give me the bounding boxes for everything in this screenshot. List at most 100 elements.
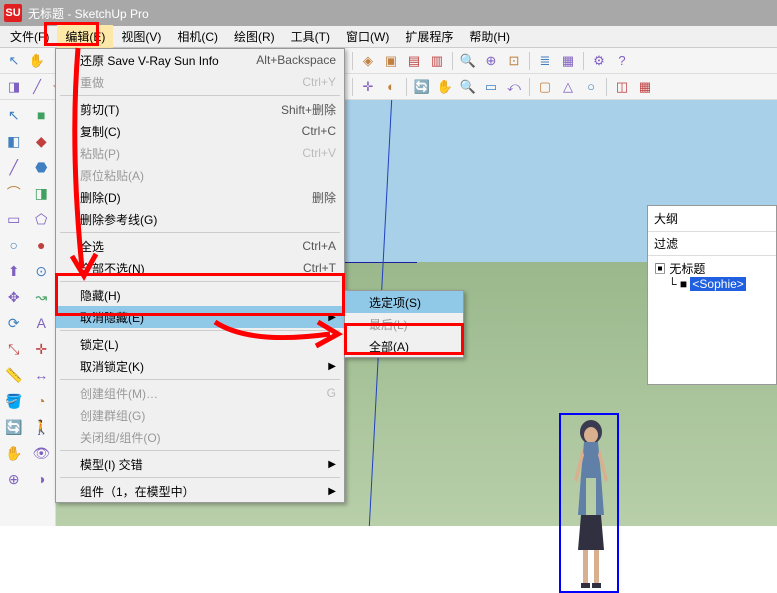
submenuitem-A[interactable]: 全部(A) [345, 335, 463, 357]
materials-icon[interactable]: ▦ [558, 51, 578, 71]
menu-视图[interactable]: 视图(V) [113, 25, 169, 48]
menu-绘图[interactable]: 绘图(R) [226, 25, 283, 48]
text-icon[interactable]: A [29, 311, 53, 335]
menuitem-H[interactable]: 隐藏(H) [56, 284, 344, 306]
menuitem-T[interactable]: 剪切(T)Shift+删除 [56, 98, 344, 120]
line-icon[interactable]: ╱ [27, 77, 47, 97]
comp-icon[interactable]: ◨ [4, 77, 24, 97]
outliner-filter-label: 过滤 [648, 232, 776, 256]
cone-icon[interactable]: △ [558, 77, 578, 97]
push-icon[interactable]: ⬆ [2, 259, 26, 283]
menuitem-P: 粘贴(P)Ctrl+V [56, 142, 344, 164]
figure-sophie[interactable] [566, 420, 616, 590]
paint-icon[interactable]: 🪣 [2, 389, 26, 413]
side-toolbars: ↖◧╱⌒▭○⬆✥⟳⤡📏🪣🔄✋⊕ ■◆⬣◨⬠●⊙↝A✛↔◔🚶👁◑ [0, 100, 56, 526]
look-icon[interactable]: 👁 [29, 441, 53, 465]
menuitem-D[interactable]: 删除(D)删除 [56, 186, 344, 208]
submenuitem-L: 最后(L) [345, 313, 463, 335]
iso-icon[interactable]: ◈ [358, 51, 378, 71]
prev-icon[interactable]: ⤺ [504, 77, 524, 97]
shape-icon[interactable]: ◆ [29, 129, 53, 153]
eraser2-icon[interactable]: ◨ [29, 181, 53, 205]
sec-icon[interactable]: ◐ [381, 77, 401, 97]
titlebar: SU 无标题 - SketchUp Pro [0, 0, 777, 26]
menubar: 文件(F)编辑(E)视图(V)相机(C)绘图(R)工具(T)窗口(W)扩展程序帮… [0, 26, 777, 48]
unhide-submenu: 选定项(S)最后(L)全部(A) [344, 290, 464, 358]
pan-icon[interactable]: ✋ [435, 77, 455, 97]
outliner-root[interactable]: ▣ 无标题 [654, 260, 770, 277]
menu-窗口[interactable]: 窗口(W) [338, 25, 397, 48]
rotate-icon[interactable]: ⟳ [2, 311, 26, 335]
axis2-icon[interactable]: ✛ [29, 337, 53, 361]
menuitem-1[interactable]: 组件（1，在模型中）▶ [56, 480, 344, 502]
outliner-tree[interactable]: ▣ 无标题 └ ■ <Sophie> [648, 256, 776, 295]
pan-icon[interactable]: ✋ [2, 441, 26, 465]
outliner-panel[interactable]: 大纲 过滤 ▣ 无标题 └ ■ <Sophie> [647, 205, 777, 385]
menuitem-SaveVRaySunInfo[interactable]: 还原 Save V-Ray Sun InfoAlt+Backspace [56, 49, 344, 71]
zoom-icon[interactable]: ⊕ [2, 467, 26, 491]
top-icon[interactable]: ▣ [381, 51, 401, 71]
gear-icon[interactable]: ⚙ [589, 51, 609, 71]
menu-相机[interactable]: 相机(C) [169, 25, 226, 48]
walk-icon[interactable]: 🚶 [29, 415, 53, 439]
edges-icon[interactable]: ▦ [635, 77, 655, 97]
shape2-icon[interactable]: ⬣ [29, 155, 53, 179]
orbit-icon[interactable]: 🔄 [2, 415, 26, 439]
front-icon[interactable]: ▤ [404, 51, 424, 71]
tape-icon[interactable]: 📏 [2, 363, 26, 387]
menu-扩展程序[interactable]: 扩展程序 [397, 25, 461, 48]
hand-icon[interactable]: ✋ [27, 51, 47, 71]
sphere-icon[interactable]: ○ [581, 77, 601, 97]
app-icon: SU [4, 4, 22, 22]
menuitem-: 重做Ctrl+Y [56, 71, 344, 93]
menuitem-E[interactable]: 取消隐藏(E)▶ [56, 306, 344, 328]
edit-menu-dropdown: 还原 Save V-Ray Sun InfoAlt+Backspace重做Ctr… [55, 48, 345, 503]
window-title: 无标题 - SketchUp Pro [28, 5, 149, 22]
cursor-icon[interactable]: ↖ [4, 51, 24, 71]
menu-帮助[interactable]: 帮助(H) [461, 25, 518, 48]
move-icon[interactable]: ✥ [2, 285, 26, 309]
offset-icon[interactable]: ⊙ [29, 259, 53, 283]
menuitem-[interactable]: 全选Ctrl+A [56, 235, 344, 257]
zoom2-icon[interactable]: 🔍 [458, 77, 478, 97]
faces-icon[interactable]: ◫ [612, 77, 632, 97]
menu-编辑[interactable]: 编辑(E) [57, 25, 113, 48]
outliner-item[interactable]: └ ■ <Sophie> [654, 277, 770, 291]
menu-工具[interactable]: 工具(T) [283, 25, 338, 48]
menuitem-I[interactable]: 模型(I) 交错▶ [56, 453, 344, 475]
right-icon[interactable]: ▥ [427, 51, 447, 71]
layers-icon[interactable]: ≣ [535, 51, 555, 71]
sect-icon[interactable]: ◑ [29, 467, 53, 491]
menuitem-G[interactable]: 删除参考线(G) [56, 208, 344, 230]
menuitem-A: 原位粘贴(A) [56, 164, 344, 186]
line-icon[interactable]: ╱ [2, 155, 26, 179]
circle-icon[interactable]: ○ [2, 233, 26, 257]
outliner-selected: <Sophie> [690, 277, 745, 291]
protract-icon[interactable]: ◔ [29, 389, 53, 413]
menuitem-N[interactable]: 全部不选(N)Ctrl+T [56, 257, 344, 279]
poly-icon[interactable]: ⬠ [29, 207, 53, 231]
scale-icon[interactable]: ⤡ [2, 337, 26, 361]
rect-icon[interactable]: ▭ [2, 207, 26, 231]
follow2-icon[interactable]: ↝ [29, 285, 53, 309]
submenuitem-S[interactable]: 选定项(S) [345, 291, 463, 313]
dim2-icon[interactable]: ↔ [29, 363, 53, 387]
axes-icon[interactable]: ✛ [358, 77, 378, 97]
sq-icon[interactable]: ■ [29, 103, 53, 127]
menuitem-L[interactable]: 锁定(L) [56, 333, 344, 355]
circ2-icon[interactable]: ● [29, 233, 53, 257]
window-icon[interactable]: ▭ [481, 77, 501, 97]
menu-文件[interactable]: 文件(F) [2, 25, 57, 48]
menuitem-C[interactable]: 复制(C)Ctrl+C [56, 120, 344, 142]
zoom-icon[interactable]: ⊕ [481, 51, 501, 71]
box-icon[interactable]: ▢ [535, 77, 555, 97]
menuitem-M: 创建组件(M)…G [56, 382, 344, 404]
arc-icon[interactable]: ⌒ [2, 181, 26, 205]
help-icon[interactable]: ? [612, 51, 632, 71]
zoom-ext-icon[interactable]: ⊡ [504, 51, 524, 71]
menuitem-K[interactable]: 取消锁定(K)▶ [56, 355, 344, 377]
eraser-icon[interactable]: ◧ [2, 129, 26, 153]
search-icon[interactable]: 🔍 [458, 51, 478, 71]
orbit-icon[interactable]: 🔄 [412, 77, 432, 97]
cursor-icon[interactable]: ↖ [2, 103, 26, 127]
